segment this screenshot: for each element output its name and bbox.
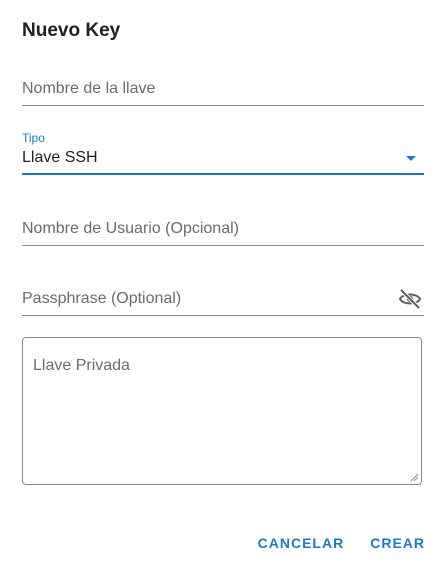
- dialog-actions: CANCELAR CREAR: [258, 533, 425, 553]
- eye-off-icon[interactable]: [398, 288, 422, 310]
- passphrase-field[interactable]: Passphrase (Optional): [22, 282, 424, 316]
- resize-handle-icon[interactable]: [409, 472, 419, 482]
- create-button[interactable]: CREAR: [370, 533, 425, 553]
- type-label: Tipo: [22, 131, 45, 145]
- key-name-underline: [22, 105, 424, 106]
- username-input[interactable]: [22, 212, 424, 246]
- private-key-placeholder: Llave Privada: [33, 357, 130, 374]
- key-name-field[interactable]: Nombre de la llave: [22, 72, 424, 106]
- type-selected-value[interactable]: Llave SSH: [22, 149, 98, 167]
- cancel-button[interactable]: CANCELAR: [258, 533, 345, 553]
- dropdown-arrow-icon[interactable]: [406, 156, 416, 161]
- new-key-dialog: Nuevo Key Nombre de la llave Tipo Llave …: [0, 0, 447, 566]
- dialog-title: Nuevo Key: [22, 20, 121, 41]
- username-field[interactable]: Nombre de Usuario (Opcional): [22, 212, 424, 246]
- passphrase-underline: [22, 315, 424, 316]
- username-underline: [22, 245, 424, 246]
- key-name-input[interactable]: [22, 72, 424, 106]
- type-select[interactable]: Tipo Llave SSH: [22, 128, 424, 175]
- passphrase-input[interactable]: [22, 282, 424, 316]
- type-underline: [22, 173, 424, 175]
- private-key-textarea[interactable]: Llave Privada: [22, 337, 422, 485]
